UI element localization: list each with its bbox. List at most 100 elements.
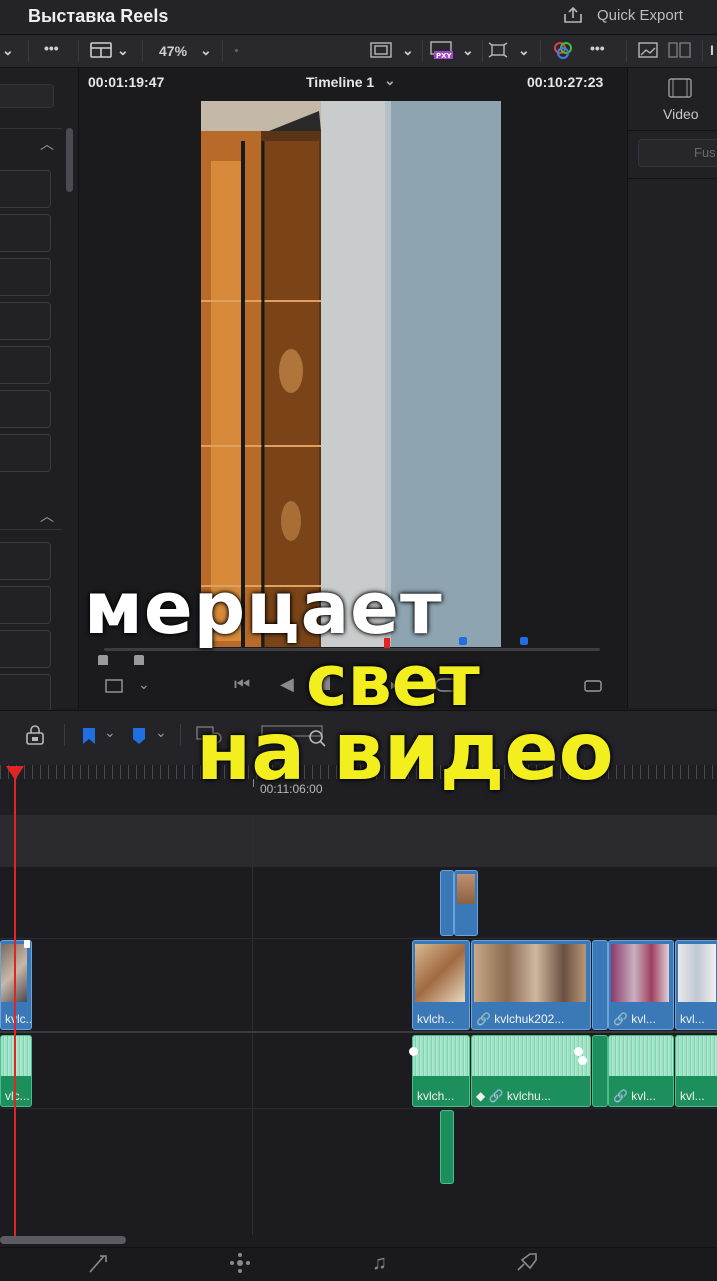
divider <box>0 128 62 129</box>
scrollbar[interactable] <box>66 128 73 192</box>
more-options-button[interactable]: ••• <box>44 40 59 56</box>
zoom-level[interactable]: 47% <box>159 43 187 59</box>
project-title: Выставка Reels <box>28 6 169 26</box>
timeline-clip-v1[interactable]: kvlch... <box>412 940 470 1030</box>
timeline-clip-v1[interactable]: 🔗 kvl... <box>608 940 674 1030</box>
marker-icon[interactable] <box>132 727 146 745</box>
color-icon[interactable] <box>552 40 574 60</box>
edit-page-icon[interactable] <box>86 1252 110 1274</box>
tab-fusion[interactable]: Fus <box>694 145 716 160</box>
in-point-handle[interactable] <box>98 655 108 665</box>
list-item[interactable] <box>0 258 51 296</box>
timeline-clip-a1[interactable] <box>592 1035 608 1107</box>
collapse-chevron-icon[interactable]: ︿ <box>40 506 54 526</box>
divider <box>540 40 541 62</box>
viewer-layout-icon[interactable] <box>90 42 112 58</box>
list-item[interactable] <box>0 346 51 384</box>
fairlight-page-icon[interactable]: ♫ <box>372 1252 387 1275</box>
flag-icon[interactable] <box>82 727 96 745</box>
playhead-handle[interactable] <box>6 766 24 780</box>
timeline-clip-v2[interactable] <box>440 870 454 936</box>
svg-text:PXY: PXY <box>436 52 453 60</box>
timeline-clip-a1[interactable]: kvlch... <box>412 1035 470 1107</box>
truncated-icon[interactable]: I <box>710 42 714 58</box>
source-timecode: 00:01:19:47 <box>88 74 165 90</box>
divider <box>626 40 627 62</box>
divider <box>180 724 181 746</box>
list-item[interactable] <box>0 170 51 208</box>
overlay-caption-line1: мерцает <box>84 566 443 650</box>
chevron-down-icon[interactable]: ⌄ <box>200 42 212 59</box>
list-item[interactable] <box>0 302 51 340</box>
out-point-handle[interactable] <box>134 655 144 665</box>
marker-icon[interactable] <box>520 637 528 645</box>
timeline-clip-v1[interactable]: kvl... <box>675 940 717 1030</box>
timeline-clip-v1[interactable]: 🔗 kvlchuk202... <box>471 940 591 1030</box>
clip-handle[interactable] <box>24 940 30 948</box>
track-divider <box>0 1108 717 1109</box>
divider <box>78 40 79 62</box>
divider <box>142 40 143 62</box>
chevron-down-icon[interactable]: ⌄ <box>384 72 396 89</box>
timeline-clip-v2[interactable] <box>454 870 478 936</box>
video-tab-icon[interactable] <box>668 78 692 98</box>
divider <box>482 40 483 62</box>
track-divider <box>0 938 717 939</box>
audio-fade-handle[interactable] <box>578 1056 587 1065</box>
divider <box>627 130 717 131</box>
list-item[interactable] <box>0 390 51 428</box>
deliver-page-icon[interactable] <box>514 1252 538 1274</box>
divider <box>422 40 423 62</box>
play-reverse-icon[interactable]: ◀ <box>280 674 294 695</box>
fusion-page-icon[interactable] <box>228 1252 252 1274</box>
list-item[interactable] <box>0 674 51 712</box>
timeline-name[interactable]: Timeline 1 <box>306 74 374 90</box>
timeline-clip-a1[interactable]: 🔗 kvl... <box>608 1035 674 1107</box>
audio-fade-handle[interactable] <box>409 1047 418 1056</box>
fullscreen-icon[interactable] <box>582 678 604 694</box>
timeline-clip-a2[interactable] <box>440 1110 454 1184</box>
chevron-down-icon[interactable]: ⌄ <box>2 42 14 59</box>
timeline-scrollbar[interactable] <box>0 1236 126 1244</box>
crop-icon[interactable] <box>104 678 124 694</box>
divider <box>0 529 62 530</box>
transform-icon[interactable] <box>488 42 508 58</box>
timeline-clip-a1[interactable]: ◆ 🔗 kvlchu... <box>471 1035 591 1107</box>
list-item[interactable] <box>0 542 51 580</box>
chevron-down-icon[interactable]: ⌄ <box>104 724 116 741</box>
timeline-clip-v1[interactable]: kvlc... <box>0 940 32 1030</box>
playhead[interactable] <box>14 766 16 1236</box>
chevron-down-icon[interactable]: ⌄ <box>155 724 167 741</box>
divider <box>627 178 717 179</box>
timeline-clip-v1[interactable] <box>592 940 608 1030</box>
quick-export-button[interactable]: Quick Export <box>597 7 683 24</box>
divider <box>702 40 703 62</box>
image-icon[interactable] <box>638 42 658 58</box>
more-options-button[interactable]: ••• <box>590 40 605 56</box>
quick-export-icon[interactable] <box>562 6 584 24</box>
skip-start-icon[interactable]: ⏮ <box>234 674 250 695</box>
grid-line <box>252 815 253 1235</box>
dot-indicator <box>235 49 238 52</box>
video-audio-divider <box>0 1031 717 1033</box>
chevron-down-icon[interactable]: ⌄ <box>117 42 129 59</box>
collapse-chevron-icon[interactable]: ︿ <box>40 134 54 154</box>
chevron-down-icon[interactable]: ⌄ <box>462 42 474 59</box>
lock-icon[interactable] <box>24 724 46 746</box>
timeline-clip-a1[interactable]: kvl... <box>675 1035 717 1107</box>
list-item[interactable] <box>0 586 51 624</box>
chevron-down-icon[interactable]: ⌄ <box>138 676 150 693</box>
timeline-clip-a1[interactable]: vlc... <box>0 1035 32 1107</box>
chevron-down-icon[interactable]: ⌄ <box>518 42 530 59</box>
audio-fade-handle[interactable] <box>574 1047 583 1056</box>
safe-area-icon[interactable] <box>370 42 392 58</box>
chevron-down-icon[interactable]: ⌄ <box>402 42 414 59</box>
list-item[interactable] <box>0 434 51 472</box>
divider <box>64 724 65 746</box>
list-item[interactable] <box>0 630 51 668</box>
split-view-icon[interactable] <box>668 42 692 58</box>
tab-video[interactable]: Video <box>663 106 699 122</box>
list-item[interactable] <box>0 214 51 252</box>
proxy-icon[interactable]: PXY <box>430 40 454 60</box>
search-field[interactable] <box>0 84 54 108</box>
